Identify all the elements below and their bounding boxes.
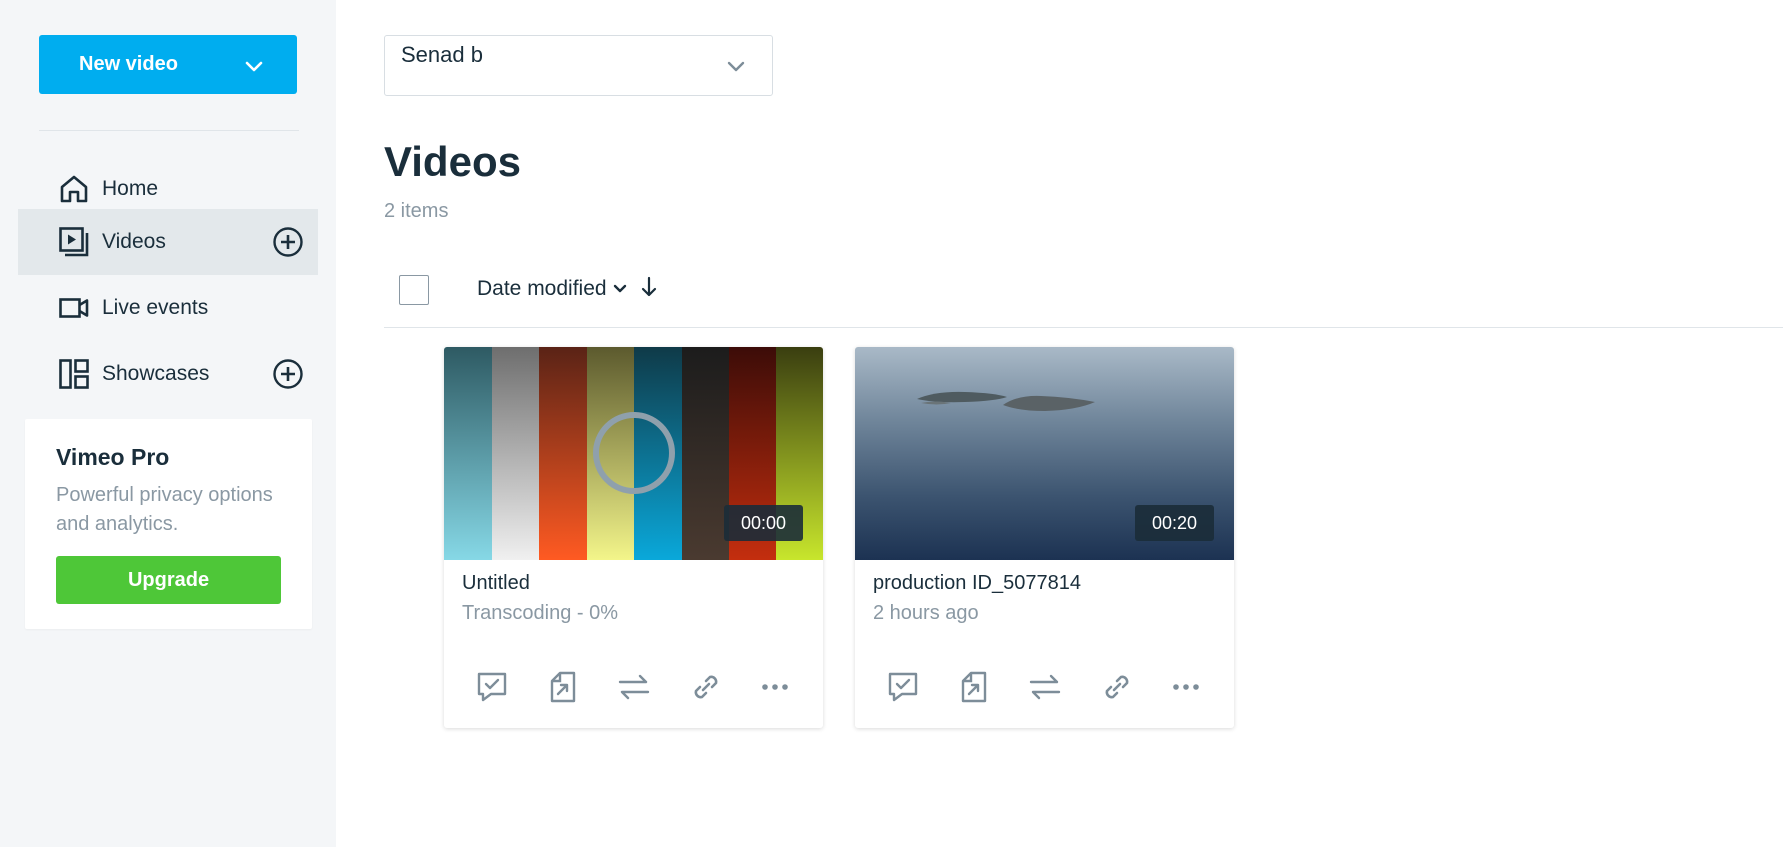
videos-icon xyxy=(58,226,90,258)
share-icon[interactable] xyxy=(952,665,996,709)
add-video-icon[interactable] xyxy=(272,226,304,258)
link-icon[interactable] xyxy=(1095,665,1139,709)
sidebar-item-label: Videos xyxy=(102,230,166,253)
video-card[interactable]: 00:20 production ID_5077814 2 hours ago xyxy=(855,347,1234,728)
new-video-button[interactable]: New video xyxy=(39,35,297,94)
page-title: Videos xyxy=(384,138,521,185)
review-icon[interactable] xyxy=(470,665,514,709)
add-showcase-icon[interactable] xyxy=(272,358,304,390)
upgrade-button[interactable]: Upgrade xyxy=(56,556,281,604)
pro-card-description: Powerful privacy options and analytics. xyxy=(56,484,273,535)
sidebar-item-label: Live events xyxy=(102,296,209,319)
list-divider xyxy=(384,327,1783,328)
showcases-icon xyxy=(58,358,90,390)
pro-card-title: Vimeo Pro xyxy=(56,444,170,470)
vimeo-pro-card: Vimeo Pro Powerful privacy options and a… xyxy=(25,419,312,629)
video-title[interactable]: production ID_5077814 xyxy=(873,572,1081,595)
sidebar-divider xyxy=(39,130,299,131)
item-count: 2 items xyxy=(384,200,449,222)
new-video-label: New video xyxy=(79,53,178,75)
sidebar-item-live-events[interactable]: Live events xyxy=(18,275,318,341)
replace-icon[interactable] xyxy=(1023,665,1067,709)
video-card[interactable]: 00:00 Untitled Transcoding - 0% xyxy=(444,347,823,728)
sidebar-item-showcases[interactable]: Showcases xyxy=(18,341,318,407)
chevron-down-icon[interactable] xyxy=(245,56,263,79)
chevron-down-icon xyxy=(727,60,745,78)
video-duration: 00:20 xyxy=(1134,505,1214,541)
main-content: Senad b Videos 2 items Date modified 00:… xyxy=(336,0,1783,847)
link-icon[interactable] xyxy=(684,665,728,709)
chevron-down-icon xyxy=(613,281,627,299)
more-icon[interactable] xyxy=(753,665,797,709)
home-icon xyxy=(58,173,90,205)
share-icon[interactable] xyxy=(541,665,585,709)
account-select-value: Senad b xyxy=(401,42,483,67)
live-events-icon xyxy=(58,292,90,324)
video-actions xyxy=(855,665,1234,709)
sort-dropdown[interactable]: Date modified xyxy=(477,274,627,304)
app-root: New video Home Videos Live events Showca… xyxy=(0,0,1783,847)
video-timestamp: 2 hours ago xyxy=(873,602,979,624)
video-duration: 00:00 xyxy=(723,505,803,541)
sidebar-item-label: Home xyxy=(102,177,159,200)
arrow-down-icon[interactable] xyxy=(641,276,657,303)
sidebar: New video Home Videos Live events Showca… xyxy=(0,0,336,847)
sort-label: Date modified xyxy=(477,277,607,300)
select-all-checkbox[interactable] xyxy=(399,275,429,305)
sidebar-item-videos[interactable]: Videos xyxy=(18,209,318,275)
replace-icon[interactable] xyxy=(612,665,656,709)
video-status: Transcoding - 0% xyxy=(462,602,618,624)
account-select[interactable]: Senad b xyxy=(384,35,773,96)
video-title[interactable]: Untitled xyxy=(462,572,530,595)
video-actions xyxy=(444,665,823,709)
more-icon[interactable] xyxy=(1164,665,1208,709)
review-icon[interactable] xyxy=(881,665,925,709)
sidebar-item-label: Showcases xyxy=(102,362,210,385)
